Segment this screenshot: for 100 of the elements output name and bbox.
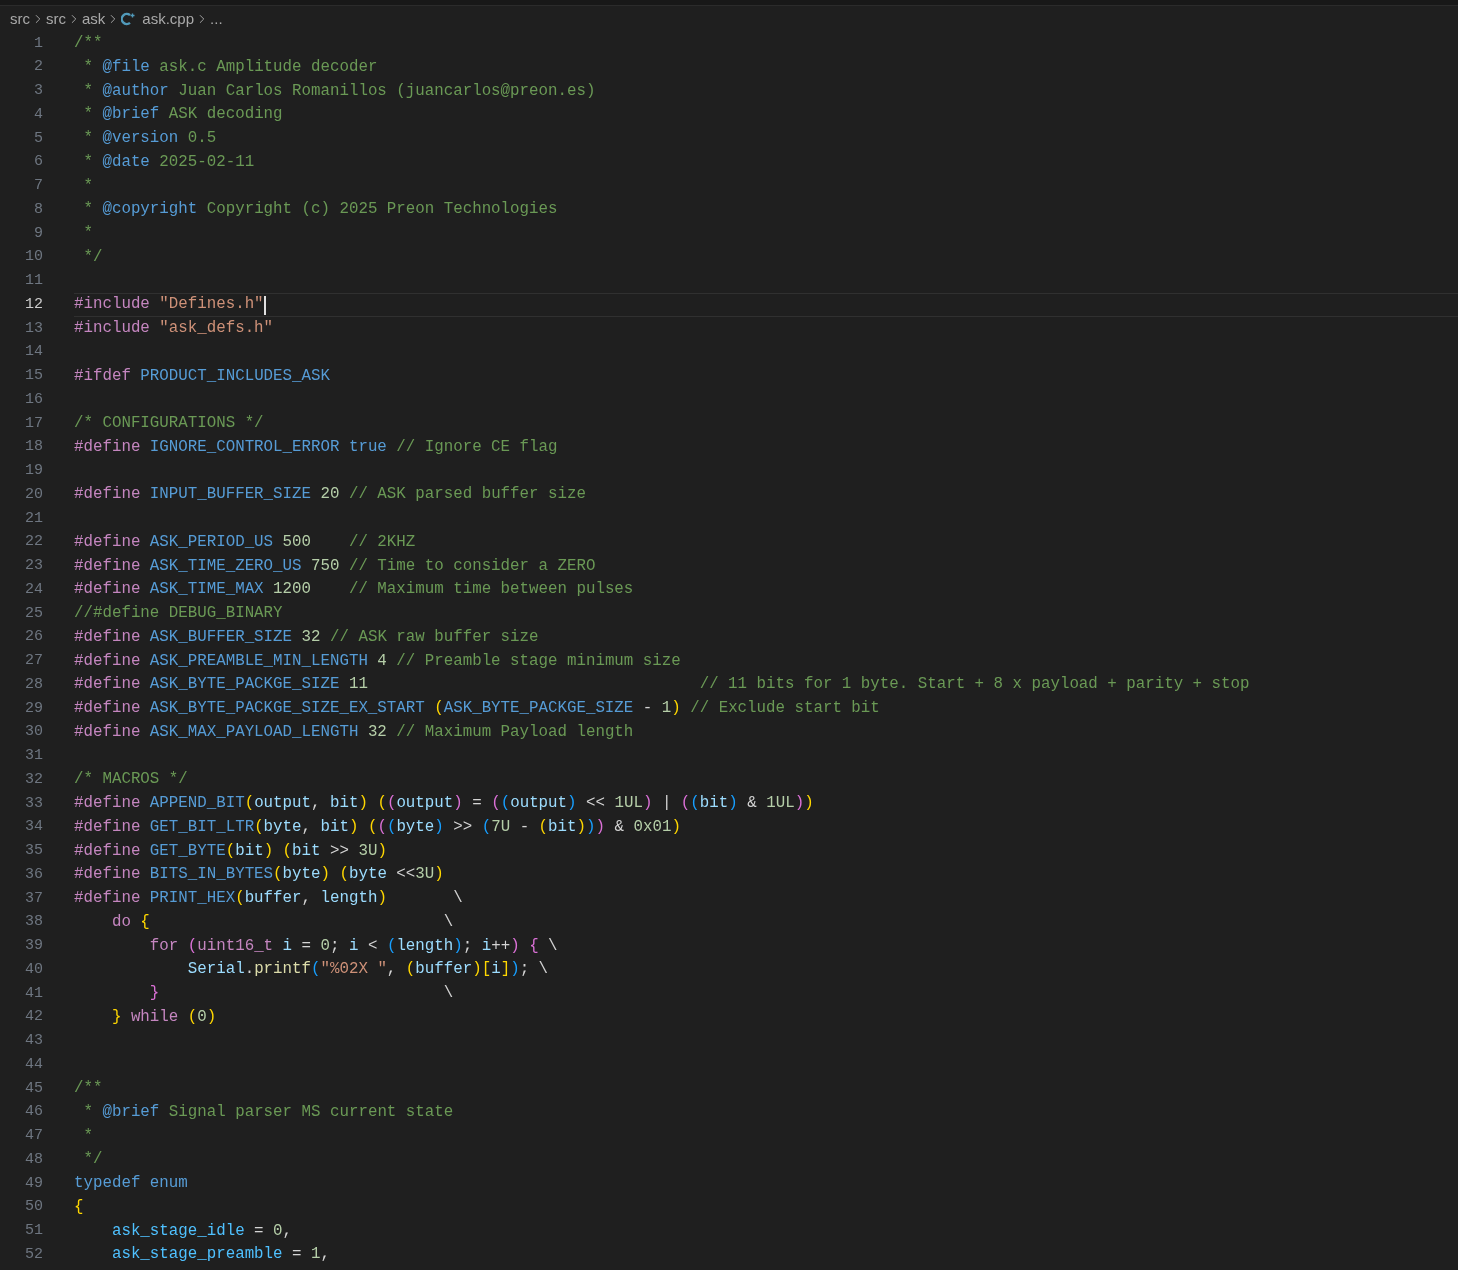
- line-number: 6: [33, 152, 43, 173]
- code-line: * @brief ASK decoding: [82, 104, 283, 126]
- breadcrumb-item[interactable]: src: [10, 7, 30, 31]
- line-number: 7: [33, 176, 43, 197]
- line-number: 10: [24, 247, 43, 268]
- line-number: 3: [33, 81, 43, 102]
- line-number: 38: [24, 912, 43, 933]
- line-number: 17: [24, 413, 43, 434]
- code-line: //#define DEBUG_BINARY: [74, 603, 283, 625]
- line-number: 47: [24, 1126, 43, 1147]
- code-line: #define ASK_BYTE_PACKGE_SIZE_EX_START (ASK_BYTE_PACKGE_SIZE - 1) // Exclude start bit: [74, 698, 880, 720]
- code-line: #define ASK_TIME_ZERO_US 750 // Time to consider a ZERO: [74, 555, 596, 577]
- line-number: 23: [24, 556, 43, 577]
- line-number: 11: [24, 271, 43, 292]
- code-line: #define ASK_BYTE_PACKGE_SIZE 11 // 11 bits for 1 byte. Start + 8 x payload + parity + stop: [74, 674, 1250, 696]
- code-line: * @copyright Copyright (c) 2025 Preon Technologies: [82, 199, 558, 221]
- code-line: #define ASK_MAX_PAYLOAD_LENGTH 32 // Maximum Payload length: [74, 721, 634, 743]
- code-line: #define ASK_BUFFER_SIZE 32 // ASK raw buffer size: [74, 626, 539, 648]
- breadcrumb-item[interactable]: ask: [82, 7, 106, 31]
- code-line: * @date 2025-02-11: [82, 151, 255, 173]
- line-number: 34: [24, 817, 43, 838]
- line-number: 16: [24, 389, 43, 410]
- line-number: 21: [24, 508, 43, 529]
- line-number: 41: [24, 983, 43, 1004]
- line-number: 27: [24, 651, 43, 672]
- code-line: #ifdef PRODUCT_INCLUDES_ASK: [74, 365, 330, 387]
- code-line: Serial.printf("%02X ", (buffer)[i]); \: [186, 959, 549, 981]
- line-number: 1: [33, 33, 43, 54]
- code-line: #define IGNORE_CONTROL_ERROR true // Ignore CE flag: [74, 436, 558, 458]
- code-line: /**: [74, 1078, 103, 1100]
- code-line: } \: [148, 983, 454, 1005]
- line-number: 22: [24, 532, 43, 553]
- code-line: *: [82, 175, 93, 197]
- line-number: 14: [24, 342, 43, 363]
- code-line: *: [82, 1125, 93, 1147]
- code-line: /* MACROS */: [74, 769, 188, 791]
- line-number: 20: [24, 484, 43, 505]
- line-number: 33: [24, 793, 43, 814]
- code-line: #define ASK_PERIOD_US 500 // 2KHZ: [74, 531, 416, 553]
- line-number: 15: [24, 366, 43, 387]
- code-line: #define PRINT_HEX(buffer, length) \: [74, 888, 463, 910]
- code-line: * @author Juan Carlos Romanillos (juancarlos@preon.es): [82, 80, 596, 102]
- line-number: 26: [24, 627, 43, 648]
- line-number: 9: [33, 223, 43, 244]
- code-line: for (uint16_t i = 0; i < (length); i++) { \: [148, 935, 558, 957]
- code-line: #define GET_BIT_LTR(byte, bit) (((byte) >> (7U - (bit))) & 0x01): [74, 816, 681, 838]
- line-number: 44: [24, 1054, 43, 1075]
- line-number: 5: [33, 128, 43, 149]
- code-line: {: [74, 1196, 84, 1218]
- code-line: do { \: [110, 911, 454, 933]
- breadcrumb-item[interactable]: src: [46, 7, 66, 31]
- line-number: 8: [33, 199, 43, 220]
- line-number: 42: [24, 1007, 43, 1028]
- code-line: */: [82, 246, 103, 268]
- line-number: 24: [24, 579, 43, 600]
- line-number: 25: [24, 603, 43, 624]
- line-number: 45: [24, 1078, 43, 1099]
- line-number: 43: [24, 1031, 43, 1052]
- breadcrumb-item[interactable]: ...: [210, 7, 223, 31]
- line-number: 52: [24, 1244, 43, 1265]
- code-line: * @version 0.5: [82, 128, 217, 150]
- line-number: 31: [24, 746, 43, 767]
- line-number: 4: [33, 104, 43, 125]
- code-line: #define APPEND_BIT(output, bit) ((output) = ((output) << 1UL) | ((bit) & 1UL)): [74, 793, 814, 815]
- code-line: */: [82, 1149, 103, 1171]
- breadcrumb-item[interactable]: ask.cpp: [142, 7, 195, 31]
- code-line: #define GET_BYTE(bit) (bit >> 3U): [74, 840, 387, 862]
- line-number: 18: [24, 437, 43, 458]
- code-line: *: [82, 223, 93, 245]
- code-line: ask_stage_idle = 0,: [110, 1220, 293, 1242]
- code-line: #include "ask_defs.h": [74, 318, 274, 340]
- line-number: 48: [24, 1149, 43, 1170]
- code-line: * @file ask.c Amplitude decoder: [82, 56, 378, 78]
- code-line: #include "Defines.h": [74, 294, 264, 316]
- code-line: #define BITS_IN_BYTES(byte) (byte <<3U): [74, 864, 444, 886]
- code-line: ask_stage_preamble = 1,: [110, 1244, 330, 1266]
- line-number: 40: [24, 959, 43, 980]
- line-number: 12: [24, 294, 43, 315]
- code-line: * @brief Signal parser MS current state: [82, 1101, 454, 1123]
- code-line: typedef enum: [74, 1173, 188, 1195]
- line-number: 36: [24, 864, 43, 885]
- line-number: 49: [24, 1173, 43, 1194]
- cpp-file-icon: [121, 12, 137, 26]
- text-cursor: [263, 295, 266, 315]
- code-line: #define ASK_TIME_MAX 1200 // Maximum time between pulses: [74, 579, 634, 601]
- code-line: /* CONFIGURATIONS */: [74, 413, 264, 435]
- line-number: 2: [33, 57, 43, 78]
- line-number: 13: [24, 318, 43, 339]
- code-line: /**: [74, 33, 103, 55]
- line-number: 39: [24, 936, 43, 957]
- code-line: #define INPUT_BUFFER_SIZE 20 // ASK parsed buffer size: [74, 484, 586, 506]
- line-number: 29: [24, 698, 43, 719]
- line-number: 46: [24, 1102, 43, 1123]
- line-number: 30: [24, 722, 43, 743]
- code-line: } while (0): [110, 1006, 217, 1028]
- line-number: 50: [24, 1197, 43, 1218]
- line-number: 28: [24, 674, 43, 695]
- line-number: 32: [24, 769, 43, 790]
- line-number: 51: [24, 1221, 43, 1242]
- line-number: 19: [24, 461, 43, 482]
